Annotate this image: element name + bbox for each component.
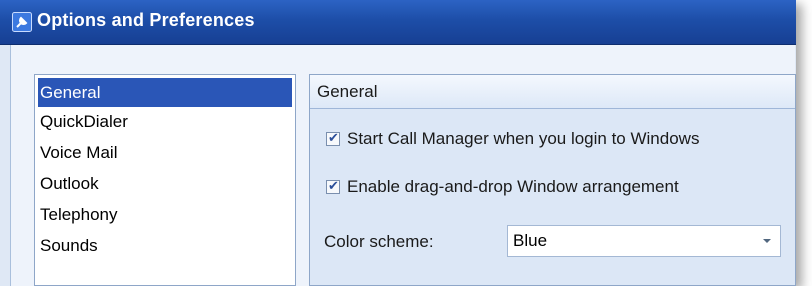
category-item-telephony[interactable]: Telephony (35, 200, 295, 231)
category-item-sounds[interactable]: Sounds (35, 231, 295, 262)
checkmark-icon: ✔ (328, 178, 339, 193)
category-list[interactable]: General QuickDialer Voice Mail Outlook T… (34, 74, 296, 286)
start-on-login-label: Start Call Manager when you login to Win… (347, 129, 700, 148)
checkmark-icon: ✔ (328, 130, 339, 145)
options-window: Options and Preferences General QuickDia… (0, 0, 796, 286)
chevron-down-icon[interactable] (763, 239, 771, 243)
panel-header: General (310, 75, 795, 109)
drag-drop-option[interactable]: ✔ Enable drag-and-drop Window arrangemen… (326, 175, 679, 199)
category-item-general[interactable]: General (38, 78, 292, 107)
start-on-login-option[interactable]: ✔ Start Call Manager when you login to W… (326, 127, 699, 151)
color-scheme-select[interactable]: Blue (507, 225, 781, 257)
options-icon (12, 12, 32, 32)
title-bar[interactable]: Options and Preferences (0, 0, 796, 45)
drag-drop-checkbox[interactable]: ✔ (326, 178, 340, 194)
color-scheme-label: Color scheme: (324, 232, 434, 251)
drag-drop-label: Enable drag-and-drop Window arrangement (347, 177, 679, 196)
settings-panel: General ✔ Start Call Manager when you lo… (309, 74, 796, 286)
category-item-outlook[interactable]: Outlook (35, 169, 295, 200)
category-item-quickdialer[interactable]: QuickDialer (35, 107, 295, 138)
window-title: Options and Preferences (37, 10, 255, 30)
color-scheme-value: Blue (513, 231, 548, 250)
start-on-login-checkbox[interactable]: ✔ (326, 130, 340, 146)
category-item-voice-mail[interactable]: Voice Mail (35, 138, 295, 169)
